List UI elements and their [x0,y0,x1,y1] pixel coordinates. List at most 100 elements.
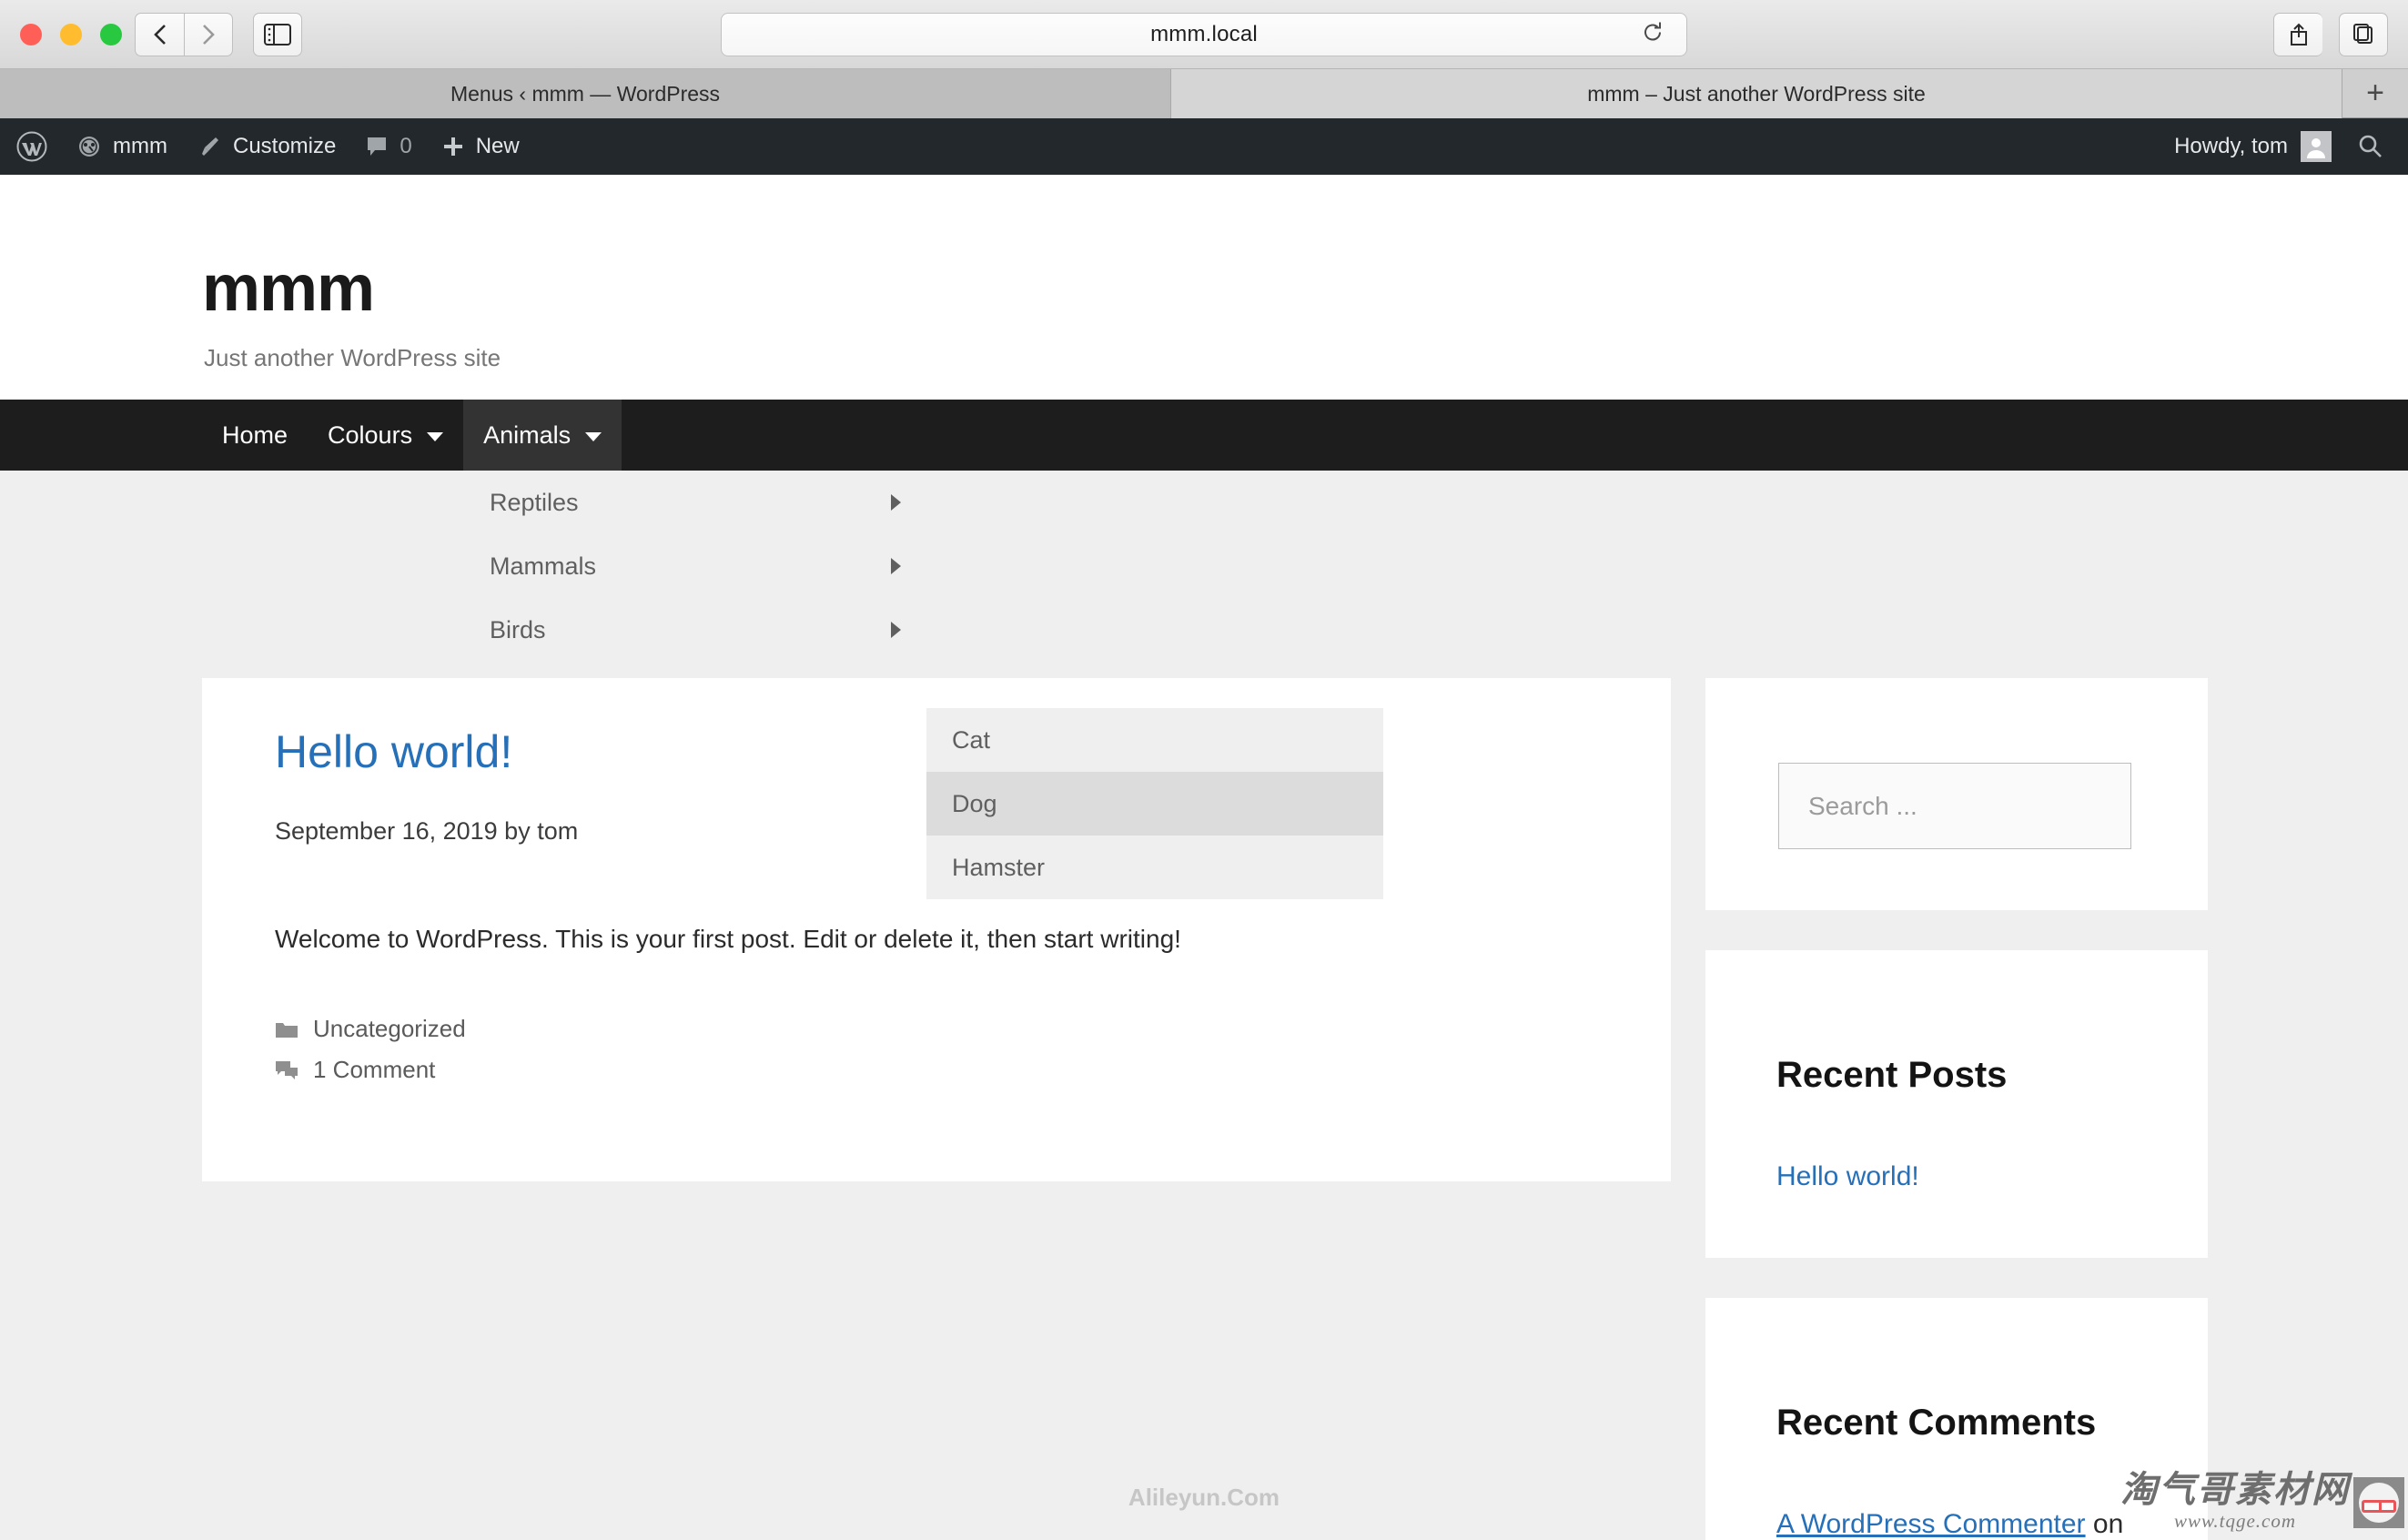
submenu-item-label: Dog [952,789,997,817]
post-excerpt: Welcome to WordPress. This is your first… [275,925,1181,953]
reload-icon [1644,22,1661,41]
paintbrush-icon [197,134,222,159]
url-text: mmm.local [1150,22,1258,46]
adminbar-customize[interactable]: Customize [182,118,350,175]
chevron-right-icon [891,558,901,574]
post-category-row[interactable]: Uncategorized [275,1015,466,1043]
post-title-link[interactable]: Hello world! [275,725,512,778]
site-description: Just another WordPress site [204,344,501,371]
nav-item-home[interactable]: Home [202,400,308,471]
page-viewport: mmm Customize 0 New Howdy, tom mmm Just … [0,118,2408,1540]
recent-post-link[interactable]: Hello world! [1776,1155,2140,1199]
chevron-down-icon [427,431,444,441]
dashboard-icon [76,134,102,159]
adminbar-wp-logo[interactable] [0,118,62,175]
adminbar-comments[interactable]: 0 [350,118,426,175]
widget-search: Search ... [1705,678,2208,910]
forward-chevron-icon [203,25,215,45]
adminbar-site-label: mmm [113,134,167,158]
nav-items: Home Colours Animals [202,400,622,471]
dropdown-item-birds[interactable]: Birds [464,598,926,662]
adminbar-right: Howdy, tom [2161,131,2408,162]
nav-item-colours[interactable]: Colours [308,400,463,471]
folder-icon [275,1019,298,1039]
share-button[interactable] [2273,13,2322,56]
browser-tab-1[interactable]: Menus ‹ mmm — WordPress [0,69,1171,118]
watermark-logo-icon [2353,1476,2404,1528]
back-chevron-icon [153,25,166,45]
browser-tab-2[interactable]: mmm – Just another WordPress site [1171,69,2342,118]
submenu-item-cat[interactable]: Cat [926,708,1383,772]
footer-watermark: Alileyun.Com [1128,1484,1280,1511]
close-window-button[interactable] [20,24,42,46]
browser-window: mmm.local Menus ‹ mmm — WordPress mmm – … [0,0,2408,1540]
adminbar-account[interactable]: Howdy, tom [2161,131,2344,162]
adminbar-site-name[interactable]: mmm [62,118,182,175]
adminbar-new[interactable]: New [427,118,534,175]
post-footer: Uncategorized 1 Comment [275,1015,466,1097]
submenu-mammals: Cat Dog Hamster [926,708,1383,899]
adminbar-comments-count: 0 [400,134,412,158]
navigation-buttons [135,13,233,56]
maximize-window-button[interactable] [100,24,122,46]
nav-item-label: Colours [328,420,413,449]
dropdown-item-label: Reptiles [490,488,579,516]
recent-posts-list: Hello world! [1776,1155,2140,1199]
plus-icon [441,135,465,158]
user-avatar-icon [2301,131,2332,162]
submenu-item-label: Hamster [952,853,1046,881]
share-icon [2290,23,2307,46]
reload-button[interactable] [1641,21,1664,49]
submenu-item-label: Cat [952,725,991,754]
submenu-item-dog[interactable]: Dog [926,772,1383,836]
window-controls [20,24,122,46]
chevron-right-icon [891,622,901,638]
post-comments-label: 1 Comment [313,1056,436,1083]
browser-toolbar: mmm.local [0,0,2408,69]
adminbar-howdy-label: Howdy, tom [2174,134,2288,158]
primary-navigation: Home Colours Animals [0,400,2408,471]
nav-item-animals[interactable]: Animals [463,400,622,471]
adminbar-new-label: New [475,134,520,158]
comment-bubble-icon [365,135,389,158]
post-comments-row[interactable]: 1 Comment [275,1056,466,1084]
comment-author-link[interactable]: A WordPress Commenter [1776,1509,2086,1539]
widget-recent-posts: Recent Posts Hello world! [1705,950,2208,1258]
new-tab-button[interactable]: + [2342,69,2408,117]
show-tabs-button[interactable] [2339,13,2388,56]
back-button[interactable] [135,13,184,56]
watermark-cn-text: 淘气哥素材网 [2120,1469,2350,1511]
chevron-right-icon [891,494,901,511]
minimize-window-button[interactable] [60,24,82,46]
watermark-text: 淘气哥素材网 www.tqge.com [2120,1472,2350,1533]
comment-connector-text: on [2092,1509,2124,1539]
toolbar-right-buttons [2273,13,2388,56]
site-header: mmm Just another WordPress site [0,175,2408,400]
search-input[interactable]: Search ... [1778,763,2131,849]
chevron-down-icon [585,431,602,441]
nav-item-label: Animals [483,420,572,449]
search-icon [2359,135,2382,157]
adminbar-search-button[interactable] [2344,133,2408,160]
search-placeholder: Search ... [1808,791,1917,820]
dropdown-item-reptiles[interactable]: Reptiles [464,471,926,534]
glasses-icon [2362,1499,2396,1513]
site-title[interactable]: mmm [202,251,375,326]
comment-connector [2086,1509,2093,1539]
submenu-item-hamster[interactable]: Hamster [926,836,1383,899]
dropdown-item-label: Birds [490,615,546,643]
address-bar[interactable]: mmm.local [721,13,1687,56]
wp-admin-bar: mmm Customize 0 New Howdy, tom [0,118,2408,175]
widget-title: Recent Comments [1776,1403,2097,1443]
show-tabs-icon [2353,24,2373,44]
plus-icon: + [2366,76,2384,110]
corner-watermark: 淘气哥素材网 www.tqge.com [2120,1472,2404,1533]
dropdown-animals: Reptiles Mammals Birds [464,471,926,662]
dropdown-item-mammals[interactable]: Mammals [464,534,926,598]
nav-item-label: Home [222,420,288,449]
sidebar: Search ... Recent Posts Hello world! Rec… [1705,678,2208,1540]
wordpress-logo-icon [16,131,47,162]
sidebar-toggle-button[interactable] [253,13,302,56]
forward-button[interactable] [184,13,233,56]
post-meta: September 16, 2019 by tom [275,817,579,845]
